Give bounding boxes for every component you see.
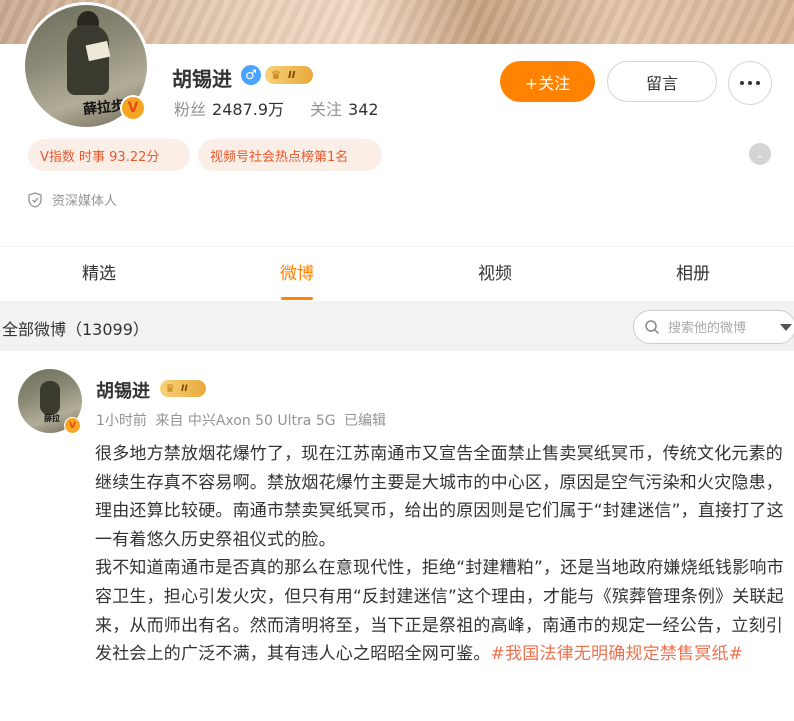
following-stat[interactable]: 关注 342 [310, 96, 379, 120]
following-label: 关注 [310, 100, 343, 119]
search-input[interactable] [668, 319, 764, 335]
avatar-signature-image: 薛拉 [44, 413, 60, 423]
post-source: 来自 中兴Axon 50 Ultra 5G [155, 413, 336, 429]
avatar-figure-body [40, 381, 60, 415]
profile-tabs: 精选 微博 视频 相册 [0, 248, 794, 300]
filter-bar: 全部微博（13099） [0, 301, 794, 351]
gender-male-icon: ♂ [241, 65, 261, 85]
post-edited[interactable]: 已编辑 [344, 413, 386, 429]
ranking-tag[interactable]: 视频号社会热点榜第1名 [198, 139, 382, 171]
tab-weibo[interactable]: 微博 [198, 248, 396, 300]
vip-badge[interactable]: ♛ II [265, 66, 313, 84]
verified-icon: V [64, 417, 81, 434]
chevron-down-icon[interactable]: ⌄ [749, 143, 771, 165]
vip-level: II [288, 69, 296, 81]
dropdown-caret-icon[interactable] [780, 323, 792, 331]
follow-button[interactable]: +关注 [500, 61, 595, 102]
post-author-name[interactable]: 胡锡进 [96, 377, 150, 403]
post-paragraph: 我不知道南通市是否真的那么在意现代性，拒绝“封建糟粕”，还是当地政府嫌烧纸钱影响… [95, 554, 785, 668]
following-value: 342 [348, 100, 379, 119]
crown-icon: ♛ [165, 382, 175, 395]
verified-icon: V [120, 95, 146, 121]
tab-featured[interactable]: 精选 [0, 248, 198, 300]
identity-row: 资深媒体人 [28, 190, 117, 209]
search-icon [645, 320, 660, 335]
all-posts-filter[interactable]: 全部微博（13099） [2, 316, 149, 340]
tab-video[interactable]: 视频 [396, 248, 594, 300]
section-divider [0, 246, 794, 247]
vip-level: II [181, 383, 188, 394]
post-paragraph: 很多地方禁放烟花爆竹了，现在江苏南通市又宣告全面禁止售卖冥纸冥币，传统文化元素的… [95, 444, 784, 550]
message-button[interactable]: 留言 [607, 61, 717, 102]
followers-stat[interactable]: 粉丝 2487.9万 [174, 96, 284, 120]
shield-icon [28, 191, 42, 208]
hashtag-link[interactable]: #我国法律无明确规定禁售冥纸# [491, 644, 744, 664]
profile-name: 胡锡进 [172, 67, 232, 91]
search-box[interactable] [633, 310, 794, 344]
followers-value: 2487.9万 [212, 100, 285, 119]
post-vip-badge[interactable]: ♛ II [160, 380, 206, 397]
identity-label: 资深媒体人 [52, 194, 118, 209]
tab-album[interactable]: 相册 [594, 248, 792, 300]
post-content: 很多地方禁放烟花爆竹了，现在江苏南通市又宣告全面禁止售卖冥纸冥币，传统文化元素的… [95, 440, 785, 669]
post-meta: 1小时前 来自 中兴Axon 50 Ultra 5G 已编辑 [96, 410, 390, 430]
v-index-tag[interactable]: V指数 时事 93.22分 [28, 139, 190, 171]
crown-icon: ♛ [270, 68, 282, 82]
post-time[interactable]: 1小时前 [96, 413, 147, 429]
profile-stats: 粉丝 2487.9万 关注 342 [174, 96, 379, 120]
followers-label: 粉丝 [174, 100, 207, 119]
more-dots-icon[interactable] [728, 61, 772, 105]
